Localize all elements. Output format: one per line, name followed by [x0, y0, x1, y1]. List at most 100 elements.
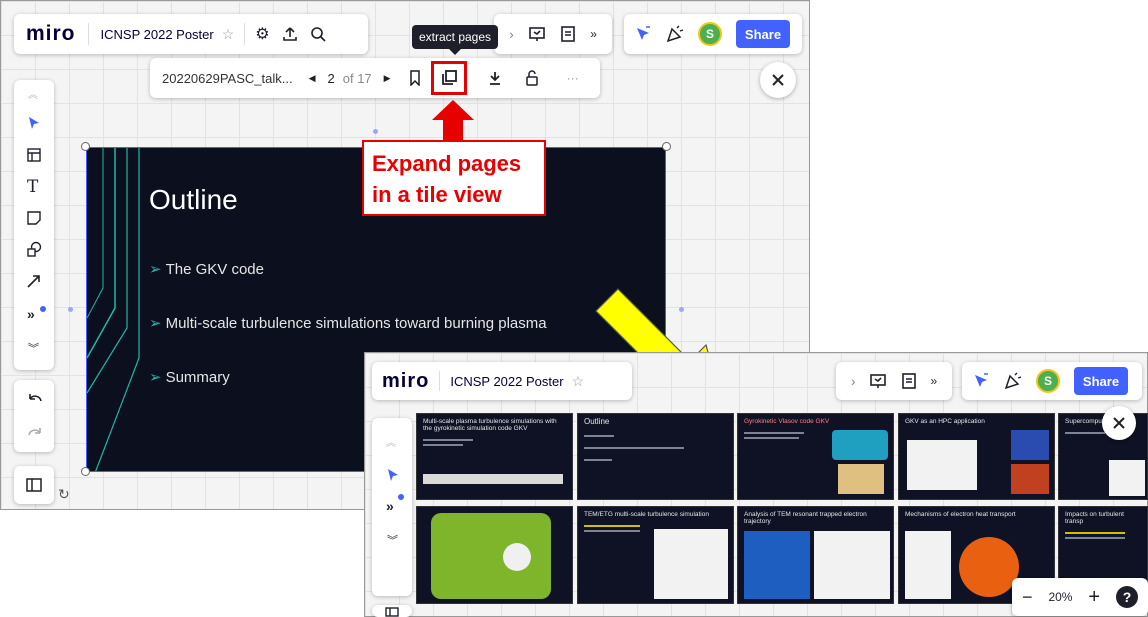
more-tools-icon[interactable]: »: [386, 498, 394, 514]
celebrate-icon[interactable]: [666, 25, 684, 43]
chevron-down-icon[interactable]: »: [930, 374, 937, 388]
star-icon[interactable]: ☆: [572, 373, 585, 390]
loading-icon: ↻: [58, 486, 70, 502]
tooltip-pointer: [449, 49, 461, 55]
tooltip: extract pages: [412, 25, 498, 49]
miro-logo[interactable]: miro: [26, 22, 76, 46]
thumbnail-line: [584, 447, 684, 449]
thumbnail-line: [584, 435, 614, 437]
chevron-down-icon[interactable]: »: [590, 27, 597, 41]
zoom-level[interactable]: 20%: [1048, 590, 1072, 604]
board-title[interactable]: ICNSP 2022 Poster: [450, 374, 563, 389]
thumbnail-line: [1065, 537, 1125, 539]
avatar[interactable]: S: [698, 22, 722, 46]
thumbnail-figure: [905, 531, 951, 599]
page-thumbnail[interactable]: Gyrokinetic Vlasov code GKV: [737, 413, 894, 500]
thumbnail-figure: [744, 531, 810, 599]
thumbnail-figure: [654, 529, 728, 599]
zoom-out-button[interactable]: −: [1022, 587, 1033, 608]
chevron-right-icon[interactable]: ›: [851, 373, 856, 389]
zoom-in-button[interactable]: +: [1088, 586, 1100, 609]
slide-bullet: ➢ The GKV code: [149, 260, 264, 279]
page-thumbnail[interactable]: Outline: [577, 413, 734, 500]
callout-line: Expand pages: [372, 151, 522, 176]
slide-title: Outline: [149, 184, 238, 215]
close-button[interactable]: [1102, 406, 1136, 440]
page-thumbnail[interactable]: TEM/ETG multi-scale turbulence simulatio…: [577, 506, 734, 604]
notes-icon[interactable]: [901, 372, 917, 390]
chevron-down-icon[interactable]: ︾: [28, 340, 39, 356]
frames-panel-button[interactable]: [372, 605, 412, 617]
undo-icon[interactable]: [27, 392, 43, 406]
edge-dot[interactable]: [373, 129, 378, 134]
close-button[interactable]: [760, 62, 796, 98]
text-icon[interactable]: T: [27, 177, 38, 197]
more-icon[interactable]: ···: [567, 71, 579, 85]
edge-dot[interactable]: [68, 307, 73, 312]
cursor-icon[interactable]: [386, 468, 400, 482]
settings-icon[interactable]: ⚙: [255, 24, 269, 44]
callout-line: in a tile view: [372, 182, 502, 207]
sticky-note-icon[interactable]: [26, 210, 42, 226]
next-page-icon[interactable]: ▶: [384, 73, 391, 84]
bookmark-icon[interactable]: [409, 70, 421, 86]
share-button[interactable]: Share: [1074, 367, 1128, 395]
lock-icon[interactable]: [525, 70, 539, 86]
prev-page-icon[interactable]: ◀: [309, 73, 316, 84]
pdf-filename[interactable]: 20220629PASC_talk...: [162, 71, 293, 86]
reactions-icon[interactable]: [634, 25, 652, 43]
page-thumbnail[interactable]: [416, 506, 573, 604]
page-count: of 17: [342, 70, 372, 86]
template-icon[interactable]: [26, 147, 42, 163]
page-thumbnail[interactable]: Multi-scale plasma turbulence simulation…: [416, 413, 573, 500]
resize-handle[interactable]: [662, 142, 671, 151]
reactions-icon[interactable]: [972, 372, 990, 390]
extract-pages-icon[interactable]: [430, 61, 467, 95]
board-title[interactable]: ICNSP 2022 Poster: [101, 27, 214, 42]
callout-box: Expand pages in a tile view: [362, 140, 546, 216]
thumbnail-title: Analysis of TEM resonant trapped electro…: [744, 511, 867, 525]
resize-handle[interactable]: [81, 467, 90, 476]
present-icon[interactable]: [528, 25, 546, 43]
close-icon: [1112, 416, 1126, 430]
frames-panel-button[interactable]: [14, 466, 54, 504]
thumbnail-figure: [814, 531, 890, 599]
cursor-icon[interactable]: [27, 116, 41, 130]
present-icon[interactable]: [869, 372, 887, 390]
download-icon[interactable]: [487, 70, 503, 86]
thumbnail-title: Multi-scale plasma turbulence simulation…: [423, 418, 557, 432]
bullet-text: Multi-scale turbulence simulations towar…: [165, 314, 547, 332]
divider: [87, 23, 89, 45]
slide-bullet: ➢ Multi-scale turbulence simulations tow…: [149, 314, 547, 333]
current-page[interactable]: 2: [328, 71, 335, 86]
divider: [244, 23, 246, 45]
collapse-icon[interactable]: ︽: [28, 86, 38, 101]
board-title-bar: miro ICNSP 2022 Poster ☆ ⚙: [14, 14, 368, 54]
upload-icon[interactable]: [282, 26, 298, 42]
thumbnail-title: GKV as an HPC application: [905, 418, 985, 425]
chevron-down-icon[interactable]: ︾: [387, 532, 398, 548]
resize-handle[interactable]: [81, 142, 90, 151]
thumbnail-figure: [832, 430, 888, 460]
collab-toolbar: › »: [494, 14, 612, 54]
more-tools-icon[interactable]: »: [27, 306, 35, 322]
redo-icon[interactable]: [27, 426, 43, 440]
notes-icon[interactable]: [560, 25, 576, 43]
thumbnail-figure: [907, 440, 977, 490]
page-thumbnail[interactable]: GKV as an HPC application: [898, 413, 1055, 500]
shapes-icon[interactable]: [26, 241, 42, 257]
miro-logo[interactable]: miro: [382, 370, 429, 393]
thumbnail-line: [1065, 432, 1105, 434]
celebrate-icon[interactable]: [1004, 372, 1022, 390]
avatar[interactable]: S: [1036, 369, 1060, 393]
thumbnail-figure: [503, 543, 531, 571]
share-button[interactable]: Share: [736, 20, 790, 48]
connector-icon[interactable]: [26, 273, 42, 289]
help-button[interactable]: ?: [1116, 586, 1138, 608]
chevron-right-icon[interactable]: ›: [509, 26, 514, 42]
pdf-toolbar: 20220629PASC_talk... ◀ 2 of 17 ▶ ···: [150, 58, 600, 98]
collapse-icon[interactable]: ︽: [386, 434, 396, 449]
star-icon[interactable]: ☆: [222, 26, 235, 43]
page-thumbnail[interactable]: Analysis of TEM resonant trapped electro…: [737, 506, 894, 604]
search-icon[interactable]: [310, 26, 326, 42]
